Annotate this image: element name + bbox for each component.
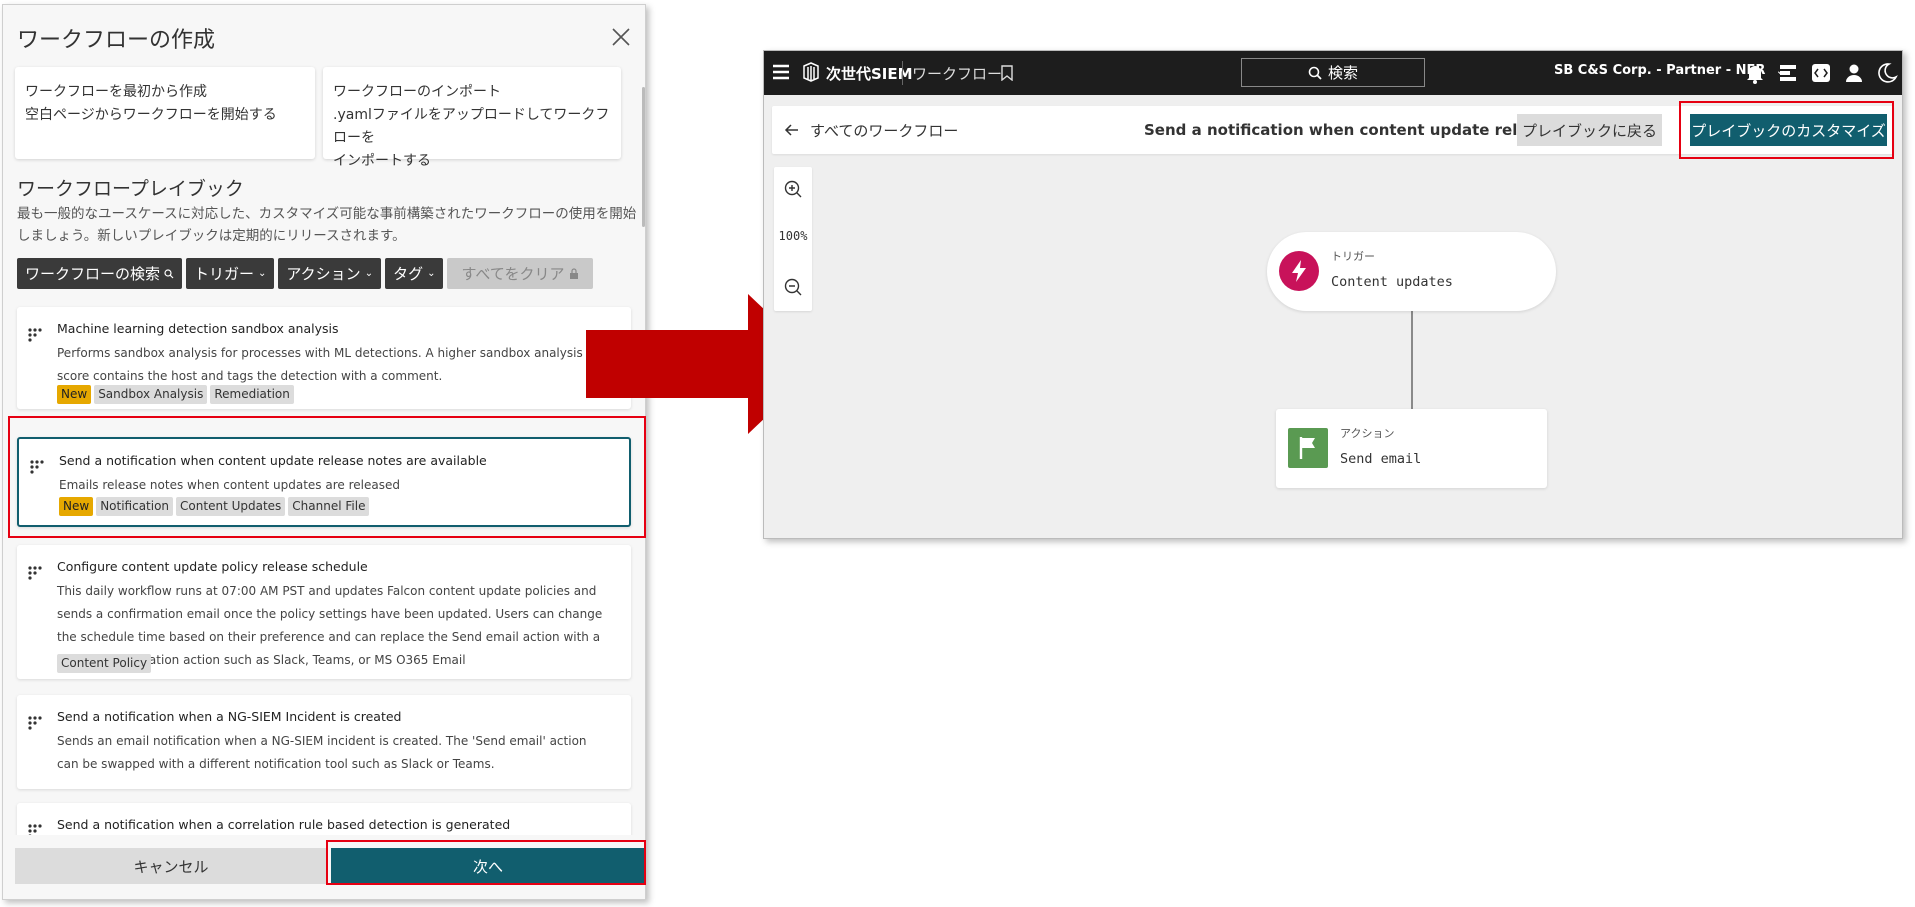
lightning-icon	[1292, 260, 1306, 282]
zoom-controls: 100%	[774, 167, 812, 311]
filter-label: トリガー	[194, 265, 255, 283]
zoom-out-icon[interactable]	[783, 277, 803, 297]
top-nav-icons	[1744, 62, 1898, 84]
tasks-icon[interactable]	[1777, 62, 1799, 84]
dialog-title: ワークフローの作成	[17, 28, 216, 53]
playbook-section-title: ワークフロープレイブック	[17, 178, 244, 200]
highlight-customize-button	[1679, 101, 1894, 159]
tag: Content Policy	[57, 654, 152, 673]
trigger-badge	[1279, 251, 1319, 291]
close-icon[interactable]	[607, 23, 635, 51]
node-name: Content updates	[1331, 274, 1453, 290]
code-icon[interactable]	[1810, 62, 1832, 84]
option-title: ワークフローを最初から作成	[25, 84, 207, 100]
bookmark-icon[interactable]	[1001, 65, 1013, 81]
node-type: アクション	[1340, 427, 1395, 440]
chevron-down-icon: ⌄	[258, 268, 267, 279]
workflow-icon	[28, 328, 42, 342]
playbook-name: Send a notification when a NG-SIEM Incid…	[57, 709, 402, 724]
option-desc: .yamlファイルをアップロードしてワークフローを	[333, 107, 610, 146]
tag-new: New	[57, 385, 92, 404]
playbook-name: Configure content update policy release …	[57, 559, 368, 574]
global-search-button[interactable]: 検索	[1241, 58, 1425, 87]
chevron-down-icon: ⌄	[364, 268, 374, 279]
user-icon[interactable]	[1843, 62, 1865, 84]
action-filter[interactable]: アクション ⌄	[278, 258, 382, 289]
lock-icon	[569, 268, 578, 279]
product-logo-icon	[803, 62, 819, 82]
arrow-left-icon[interactable]	[784, 122, 800, 138]
filter-bar: ワークフローの検索 トリガー ⌄ アクション ⌄ タグ ⌄ すべてをクリア	[17, 258, 593, 289]
flag-icon	[1299, 437, 1315, 459]
all-workflows-link[interactable]: すべてのワークフロー	[810, 120, 958, 141]
playbook-name: Send a notification when a correlation r…	[57, 817, 511, 832]
search-icon	[164, 268, 174, 278]
filter-label: ワークフローの検索	[25, 265, 161, 283]
section-title: ワークフロー	[912, 65, 1003, 83]
action-badge	[1288, 428, 1328, 468]
playbook-section-desc: 最も一般的なユースケースに対応した、カスタマイズ可能な事前構築されたワークフロー…	[17, 206, 637, 244]
zoom-in-icon[interactable]	[783, 179, 803, 199]
bell-icon[interactable]	[1744, 62, 1766, 84]
highlight-selected-playbook	[8, 416, 646, 538]
trigger-node[interactable]: トリガー Content updates	[1267, 232, 1556, 311]
top-nav-bar: 次世代SIEM ワークフロー 検索 SB C&S Corp. - Partner…	[764, 51, 1902, 95]
org-name: SB C&S Corp. - Partner - NFR	[1554, 63, 1766, 78]
highlight-next-button	[326, 840, 646, 885]
playbook-item[interactable]: Machine learning detection sandbox analy…	[17, 307, 631, 409]
clear-all-button[interactable]: すべてをクリア	[447, 258, 593, 289]
node-connector	[1411, 311, 1413, 409]
workflow-icon	[28, 716, 42, 730]
option-desc: 空白ページからワークフローを開始する	[25, 107, 277, 123]
option-desc-cont: インポートする	[333, 153, 431, 169]
tag: Sandbox Analysis	[94, 385, 208, 404]
tag: Remediation	[210, 385, 294, 404]
divider	[902, 61, 903, 85]
node-name: Send email	[1340, 451, 1422, 467]
action-node[interactable]: アクション Send email	[1276, 409, 1547, 488]
option-title: ワークフローのインポート	[333, 84, 501, 100]
node-type: トリガー	[1331, 250, 1375, 263]
playbook-desc: Sends an email notification when a NG-SI…	[57, 734, 587, 771]
brand-name: 次世代SIEM	[826, 65, 913, 83]
filter-label: アクション	[286, 265, 361, 283]
playbook-desc: Performs sandbox analysis for processes …	[57, 346, 583, 383]
tag-list: New Sandbox Analysis Remediation	[57, 385, 294, 404]
cancel-button[interactable]: キャンセル	[15, 848, 327, 884]
workflow-editor-screen: 次世代SIEM ワークフロー 検索 SB C&S Corp. - Partner…	[763, 50, 1903, 539]
scrollbar[interactable]	[642, 87, 645, 227]
workflow-icon	[28, 566, 42, 580]
playbook-name: Machine learning detection sandbox analy…	[57, 321, 339, 336]
hamburger-menu-icon[interactable]	[772, 63, 790, 81]
tag-list: Content Policy	[57, 654, 152, 673]
back-to-playbook-button[interactable]: プレイブックに戻る	[1517, 114, 1662, 146]
import-workflow-option[interactable]: ワークフローのインポート .yamlファイルをアップロードしてワークフローを イ…	[323, 67, 621, 169]
trigger-filter[interactable]: トリガー ⌄	[186, 258, 275, 289]
filter-label: すべてをクリア	[461, 265, 565, 283]
search-icon	[1308, 66, 1322, 80]
chevron-down-icon: ⌄	[427, 268, 436, 279]
filter-label: タグ	[393, 265, 424, 283]
dark-mode-icon[interactable]	[1876, 62, 1898, 84]
create-from-scratch-option[interactable]: ワークフローを最初から作成 空白ページからワークフローを開始する	[15, 67, 315, 159]
search-label: 検索	[1327, 64, 1358, 82]
playbook-item[interactable]: Configure content update policy release …	[17, 545, 631, 679]
tag-filter[interactable]: タグ ⌄	[385, 258, 444, 289]
playbook-item[interactable]: Send a notification when a NG-SIEM Incid…	[17, 695, 631, 789]
workflow-search-filter[interactable]: ワークフローの検索	[17, 258, 183, 289]
zoom-level: 100%	[778, 229, 808, 243]
